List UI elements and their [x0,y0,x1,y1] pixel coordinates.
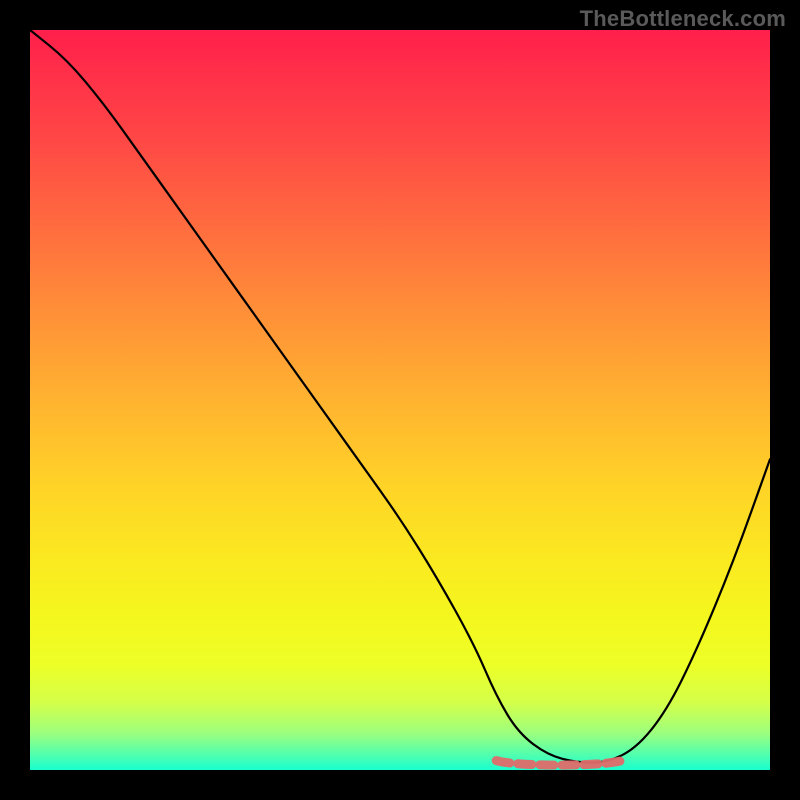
watermark-text: TheBottleneck.com [580,6,786,32]
chart-svg [30,30,770,770]
bottleneck-curve [30,30,770,763]
plot-area [30,30,770,770]
chart-frame: TheBottleneck.com [0,0,800,800]
optimum-highlight [496,761,622,766]
